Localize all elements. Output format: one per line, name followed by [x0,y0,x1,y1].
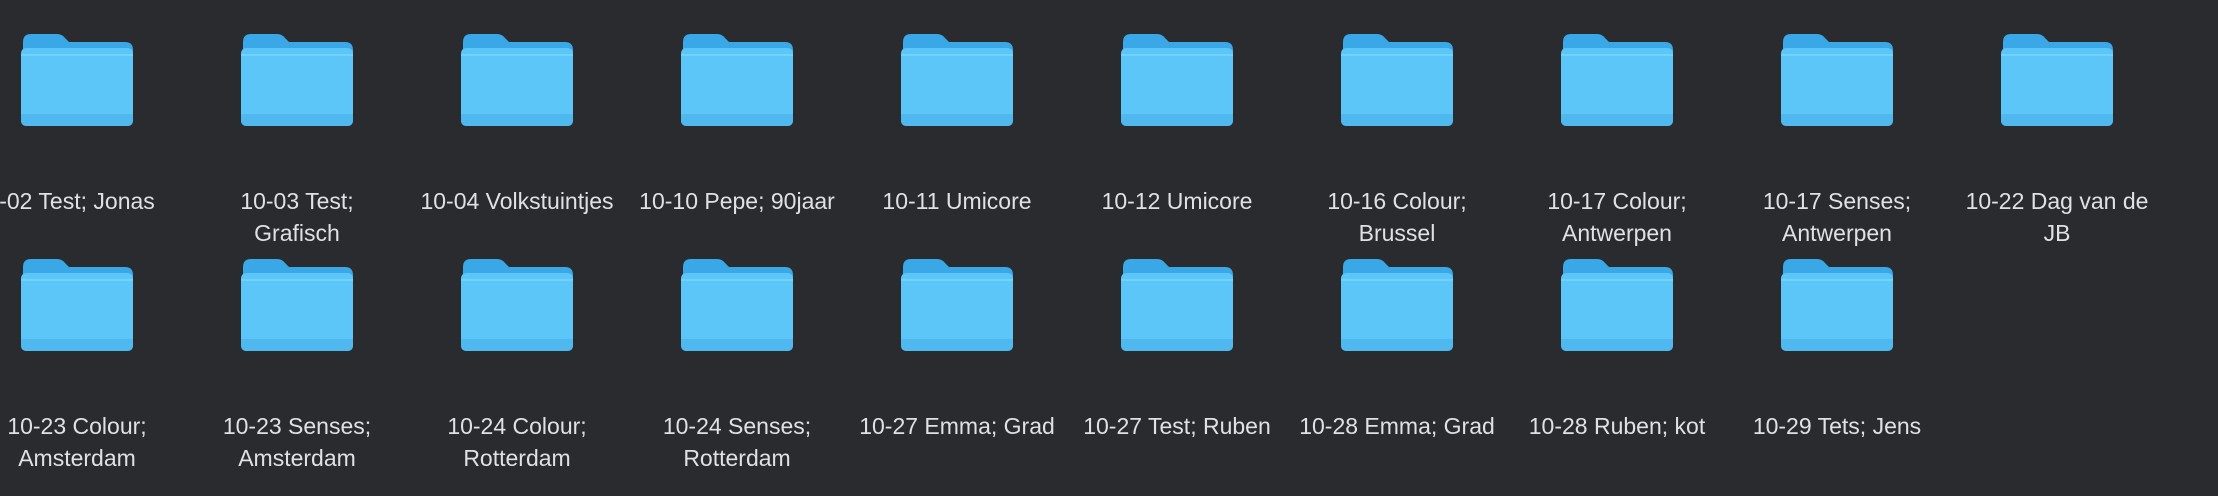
folder-icon [1121,259,1233,351]
folder-item[interactable]: 10-29 Tets; Jens [1737,255,1937,442]
folder-item[interactable]: 10-04 Volkstuintjes [417,30,617,217]
folder-label: 10-24 Colour; Rotterdam [447,413,587,471]
folder-icon [1341,259,1453,351]
folder-icon [1561,259,1673,351]
folder-label: 10-27 Test; Ruben [1083,413,1271,439]
folder-label: 10-16 Colour; Brussel [1327,188,1467,246]
folder-label: 10-10 Pepe; 90jaar [639,188,835,214]
folder-icon [1781,34,1893,126]
folder-label: 10-28 Ruben; kot [1528,413,1706,439]
folder-item[interactable]: 10-12 Umicore [1077,30,1277,217]
folder-grid: -02 Test; Jonas 10-03 Test; Grafisch 10-… [0,0,2218,496]
folder-item[interactable]: -02 Test; Jonas [0,30,177,217]
folder-item[interactable]: 10-22 Dag van de JB [1957,30,2157,249]
folder-icon [681,34,793,126]
folder-label: 10-11 Umicore [882,188,1032,214]
folder-label: 10-27 Emma; Grad [859,413,1055,439]
folder-icon [1781,259,1893,351]
folder-label: 10-17 Senses; Antwerpen [1762,188,1912,246]
folder-icon [461,34,573,126]
folder-label: 10-23 Colour; Amsterdam [7,413,147,471]
folder-item[interactable]: 10-23 Senses; Amsterdam [197,255,397,474]
folder-item[interactable]: 10-24 Senses; Rotterdam [637,255,837,474]
folder-label: -02 Test; Jonas [0,188,155,214]
folder-item[interactable]: 10-28 Emma; Grad [1297,255,1497,442]
folder-icon [1121,34,1233,126]
folder-icon [461,259,573,351]
folder-item[interactable]: 10-23 Colour; Amsterdam [0,255,177,474]
folder-label: 10-12 Umicore [1101,188,1253,214]
folder-icon [1561,34,1673,126]
folder-label: 10-29 Tets; Jens [1752,413,1922,439]
folder-icon [241,259,353,351]
folder-icon [901,259,1013,351]
folder-icon [21,34,133,126]
folder-item[interactable]: 10-17 Senses; Antwerpen [1737,30,1937,249]
folder-item[interactable]: 10-27 Test; Ruben [1077,255,1277,442]
folder-item[interactable]: 10-11 Umicore [857,30,1057,217]
folder-label: 10-28 Emma; Grad [1299,413,1495,439]
folder-item[interactable]: 10-10 Pepe; 90jaar [637,30,837,217]
folder-label: 10-03 Test; Grafisch [240,188,354,246]
folder-label: 10-22 Dag van de JB [1965,188,2149,246]
folder-label: 10-04 Volkstuintjes [420,188,614,214]
folder-icon [241,34,353,126]
folder-label: 10-17 Colour; Antwerpen [1547,188,1687,246]
folder-item[interactable]: 10-03 Test; Grafisch [197,30,397,249]
folder-icon [1341,34,1453,126]
folder-item[interactable]: 10-24 Colour; Rotterdam [417,255,617,474]
folder-item[interactable]: 10-28 Ruben; kot [1517,255,1717,442]
folder-item[interactable]: 10-27 Emma; Grad [857,255,1057,442]
folder-item[interactable]: 10-16 Colour; Brussel [1297,30,1497,249]
folder-label: 10-24 Senses; Rotterdam [662,413,812,471]
folder-icon [2001,34,2113,126]
folder-icon [681,259,793,351]
folder-label: 10-23 Senses; Amsterdam [222,413,372,471]
folder-icon [21,259,133,351]
folder-item[interactable]: 10-17 Colour; Antwerpen [1517,30,1717,249]
folder-icon [901,34,1013,126]
